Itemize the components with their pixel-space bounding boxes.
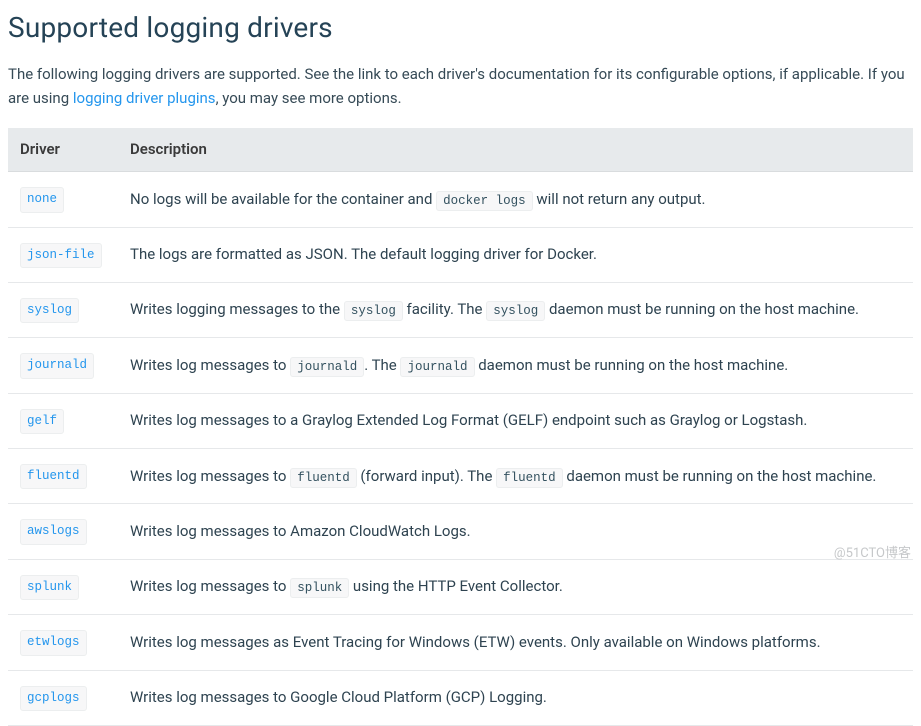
description-text: daemon must be running on the host machi… bbox=[475, 356, 789, 374]
description-cell: Writes logging messages to the syslog fa… bbox=[118, 282, 913, 337]
description-cell: Writes log messages to fluentd (forward … bbox=[118, 449, 913, 504]
table-row: json-file The logs are formatted as JSON.… bbox=[8, 227, 913, 282]
description-text: will not return any output. bbox=[533, 190, 706, 208]
table-row: splunkWrites log messages to splunk usin… bbox=[8, 559, 913, 614]
description-text: Writes log messages to bbox=[130, 356, 290, 374]
description-cell: The logs are formatted as JSON. The defa… bbox=[118, 227, 913, 282]
driver-link-etwlogs[interactable]: etwlogs bbox=[20, 630, 87, 655]
driver-link-none[interactable]: none bbox=[20, 187, 64, 212]
description-text: Writes log messages to Google Cloud Plat… bbox=[130, 688, 547, 706]
description-cell: Writes log messages to journald. The jou… bbox=[118, 338, 913, 393]
description-text: daemon must be running on the host machi… bbox=[563, 467, 877, 485]
inline-code: fluentd bbox=[496, 468, 563, 488]
inline-code: docker logs bbox=[436, 191, 533, 211]
inline-code: journald bbox=[290, 357, 364, 377]
driver-cell: gcplogs bbox=[8, 670, 118, 725]
description-cell: Writes log messages as Event Tracing for… bbox=[118, 615, 913, 670]
inline-code: syslog bbox=[344, 301, 403, 321]
driver-link-gelf[interactable]: gelf bbox=[20, 409, 64, 434]
driver-cell: journald bbox=[8, 338, 118, 393]
table-row: fluentdWrites log messages to fluentd (f… bbox=[8, 449, 913, 504]
driver-cell: splunk bbox=[8, 559, 118, 614]
driver-link-splunk[interactable]: splunk bbox=[20, 575, 79, 600]
driver-cell: etwlogs bbox=[8, 615, 118, 670]
page-heading: Supported logging drivers bbox=[8, 6, 913, 49]
table-row: journaldWrites log messages to journald.… bbox=[8, 338, 913, 393]
description-cell: Writes log messages to Amazon CloudWatch… bbox=[118, 504, 913, 559]
table-row: awslogs Writes log messages to Amazon Clo… bbox=[8, 504, 913, 559]
driver-cell: gelf bbox=[8, 393, 118, 448]
table-row: syslogWrites logging messages to the sys… bbox=[8, 282, 913, 337]
driver-link-syslog[interactable]: syslog bbox=[20, 298, 79, 323]
description-cell: Writes log messages to a Graylog Extende… bbox=[118, 393, 913, 448]
inline-code: splunk bbox=[290, 578, 349, 598]
driver-link-json-file[interactable]: json-file bbox=[20, 243, 102, 268]
description-text: Writes log messages to bbox=[130, 577, 290, 595]
description-text: Writes logging messages to the bbox=[130, 300, 344, 318]
description-text: Writes log messages to Amazon CloudWatch… bbox=[130, 522, 471, 540]
inline-code: journald bbox=[400, 357, 474, 377]
driver-cell: json-file bbox=[8, 227, 118, 282]
drivers-table: Driver Description none No logs will be a… bbox=[8, 128, 913, 726]
description-text: No logs will be available for the contai… bbox=[130, 190, 436, 208]
description-text: Writes log messages as Event Tracing for… bbox=[130, 633, 821, 651]
description-cell: Writes log messages to Google Cloud Plat… bbox=[118, 670, 913, 725]
description-cell: No logs will be available for the contai… bbox=[118, 172, 913, 227]
description-text: using the HTTP Event Collector. bbox=[349, 577, 563, 595]
description-text: . The bbox=[364, 356, 400, 374]
description-text: Writes log messages to bbox=[130, 467, 290, 485]
intro-paragraph: The following logging drivers are suppor… bbox=[8, 63, 913, 110]
description-cell: Writes log messages to splunk using the … bbox=[118, 559, 913, 614]
description-text: facility. The bbox=[403, 300, 486, 318]
intro-text-2: , you may see more options. bbox=[216, 89, 402, 107]
table-row: gcplogs Writes log messages to Google Clo… bbox=[8, 670, 913, 725]
driver-cell: awslogs bbox=[8, 504, 118, 559]
table-header-driver: Driver bbox=[8, 128, 118, 172]
driver-link-awslogs[interactable]: awslogs bbox=[20, 519, 87, 544]
logging-driver-plugins-link[interactable]: logging driver plugins bbox=[73, 89, 216, 107]
driver-link-gcplogs[interactable]: gcplogs bbox=[20, 686, 87, 711]
driver-link-fluentd[interactable]: fluentd bbox=[20, 464, 87, 489]
description-text: daemon must be running on the host machi… bbox=[545, 300, 859, 318]
table-row: etwlogs Writes log messages as Event Trac… bbox=[8, 615, 913, 670]
driver-cell: none bbox=[8, 172, 118, 227]
inline-code: fluentd bbox=[290, 468, 357, 488]
driver-link-journald[interactable]: journald bbox=[20, 353, 94, 378]
description-text: The logs are formatted as JSON. The defa… bbox=[130, 245, 597, 263]
table-row: gelf Writes log messages to a Graylog Ext… bbox=[8, 393, 913, 448]
table-row: none No logs will be available for the co… bbox=[8, 172, 913, 227]
inline-code: syslog bbox=[486, 301, 545, 321]
driver-cell: fluentd bbox=[8, 449, 118, 504]
description-text: Writes log messages to a Graylog Extende… bbox=[130, 411, 807, 429]
driver-cell: syslog bbox=[8, 282, 118, 337]
table-header-description: Description bbox=[118, 128, 913, 172]
description-text: (forward input). The bbox=[357, 467, 496, 485]
